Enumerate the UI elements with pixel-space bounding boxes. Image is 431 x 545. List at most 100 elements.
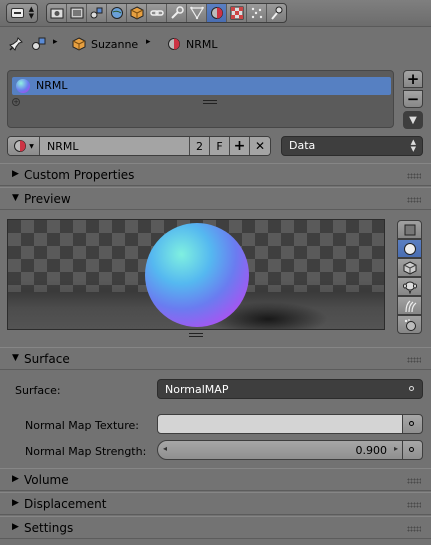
scene-icon <box>32 37 46 50</box>
preview-sphere-button[interactable] <box>397 239 422 258</box>
chevron-left-icon: ◂ <box>163 444 168 453</box>
panel-volume[interactable]: ▶ Volume <box>0 468 431 491</box>
drag-grip-icon[interactable] <box>407 502 421 508</box>
chevron-right-icon: ▶ <box>12 169 19 179</box>
panel-custom-properties[interactable]: ▶ Custom Properties <box>0 163 431 186</box>
link-select[interactable]: Data ▲ ▼ <box>281 136 423 156</box>
scene-icon[interactable] <box>87 4 107 22</box>
hair-icon <box>404 300 416 312</box>
slot-specials-menu[interactable]: ▼ <box>403 111 423 129</box>
chevron-down-icon: ▼ <box>12 193 19 203</box>
drag-grip-icon[interactable] <box>407 197 421 203</box>
panel-title: Custom Properties <box>24 168 135 182</box>
flat-icon <box>404 224 415 235</box>
panel-displacement[interactable]: ▶ Displacement <box>0 492 431 515</box>
panel-title: Preview <box>24 192 71 206</box>
data-icon[interactable] <box>187 4 207 22</box>
close-icon: ✕ <box>254 139 266 153</box>
preview-sky-button[interactable] <box>397 315 422 334</box>
drag-grip-icon[interactable] <box>407 526 421 532</box>
minus-icon: − <box>406 90 420 108</box>
preview-monkey-button[interactable] <box>397 277 422 296</box>
preview-sphere <box>145 223 249 327</box>
preview-flat-button[interactable] <box>397 220 422 239</box>
panel-title: Displacement <box>24 497 107 511</box>
node-socket-icon <box>409 447 414 452</box>
normal-map-strength-value: 0.900 <box>355 444 388 457</box>
texture-icon[interactable] <box>227 4 247 22</box>
panel-title: Surface <box>24 352 70 366</box>
constraints-icon[interactable] <box>147 4 167 22</box>
editor-type-menu[interactable]: ▲ ▼ <box>6 3 38 23</box>
normal-map-strength-label: Normal Map Strength: <box>25 445 147 458</box>
material-icon[interactable] <box>207 4 227 22</box>
browse-material-button[interactable]: ▼ <box>8 137 40 155</box>
panel-surface[interactable]: ▼ Surface <box>0 347 431 370</box>
node-socket-icon <box>409 421 414 426</box>
sphere-a-icon <box>404 318 416 331</box>
cube-icon <box>403 260 416 275</box>
chevron-right-icon: ▶ <box>12 474 19 484</box>
link-select-value: Data <box>289 139 316 152</box>
surface-shader-value: NormalMAP <box>165 383 229 396</box>
physics-icon[interactable] <box>267 4 286 22</box>
chevron-down-icon: ▼ <box>12 353 19 363</box>
add-slot-button[interactable]: + <box>403 70 423 88</box>
fake-user-button[interactable]: F <box>210 137 230 155</box>
chevron-updown-icon: ▲ ▼ <box>410 138 416 153</box>
modifiers-icon[interactable] <box>167 4 187 22</box>
drag-grip-icon[interactable] <box>407 357 421 363</box>
material-preview <box>7 219 385 330</box>
normal-map-texture-link-button[interactable] <box>402 414 423 434</box>
user-count-button[interactable]: 2 <box>190 137 210 155</box>
material-name-field[interactable]: NRML <box>40 137 190 155</box>
chevron-down-icon: ▼ <box>29 142 34 150</box>
material-icon <box>14 140 27 152</box>
normal-map-texture-label: Normal Map Texture: <box>25 419 139 432</box>
slot-label: NRML <box>36 79 68 92</box>
context-tabs <box>46 3 287 23</box>
unlink-material-button[interactable]: ✕ <box>250 137 270 155</box>
surface-label: Surface: <box>15 384 61 397</box>
properties-editor-icon <box>11 8 24 18</box>
normal-map-strength-link-button[interactable] <box>402 440 423 460</box>
chevron-down-icon: ▼ <box>409 114 417 126</box>
list-item[interactable]: NRML <box>12 77 391 95</box>
plus-icon: + <box>406 70 420 88</box>
object-icon[interactable] <box>127 4 147 22</box>
surface-shader-select[interactable]: NormalMAP <box>157 379 423 399</box>
drag-grip-icon[interactable] <box>407 478 421 484</box>
preview-cube-button[interactable] <box>397 258 422 277</box>
properties-header: ▲ ▼ <box>0 0 431 27</box>
chevron-right-icon: ▶ <box>12 522 19 532</box>
chevron-updown-icon: ▲ ▼ <box>28 5 34 20</box>
material-datablock: ▼ NRML 2 F + ✕ <box>7 136 271 156</box>
pin-icon[interactable] <box>9 37 23 51</box>
preview-hair-button[interactable] <box>397 296 422 315</box>
chevron-right-icon: ▸ <box>146 37 151 47</box>
panel-title: Volume <box>24 473 69 487</box>
particles-icon[interactable] <box>247 4 267 22</box>
panel-preview[interactable]: ▼ Preview <box>0 187 431 210</box>
normal-map-texture-field[interactable] <box>157 414 403 434</box>
object-icon <box>72 37 86 51</box>
preview-resize-grip[interactable] <box>189 333 203 337</box>
sphere-icon <box>403 242 416 255</box>
world-icon[interactable] <box>107 4 127 22</box>
drag-grip-icon[interactable] <box>407 173 421 179</box>
plus-icon: + <box>233 138 246 154</box>
material-slot-list[interactable]: NRML + <box>7 70 394 128</box>
normal-map-strength-slider[interactable]: ◂ 0.900 ▸ <box>157 440 403 460</box>
render-layers-icon[interactable] <box>67 4 87 22</box>
list-resize-grip[interactable] <box>203 100 217 104</box>
remove-slot-button[interactable]: − <box>403 90 423 108</box>
material-icon <box>168 38 180 50</box>
render-icon[interactable] <box>47 4 67 22</box>
chevron-right-icon: ▸ <box>393 444 398 453</box>
chevron-right-icon: ▶ <box>12 498 19 508</box>
panel-settings[interactable]: ▶ Settings <box>0 516 431 539</box>
new-material-button[interactable]: + <box>230 137 250 155</box>
list-filter-icon[interactable]: + <box>12 98 20 106</box>
breadcrumb: ▸ Suzanne ▸ NRML <box>0 28 431 60</box>
monkey-icon <box>402 281 417 294</box>
